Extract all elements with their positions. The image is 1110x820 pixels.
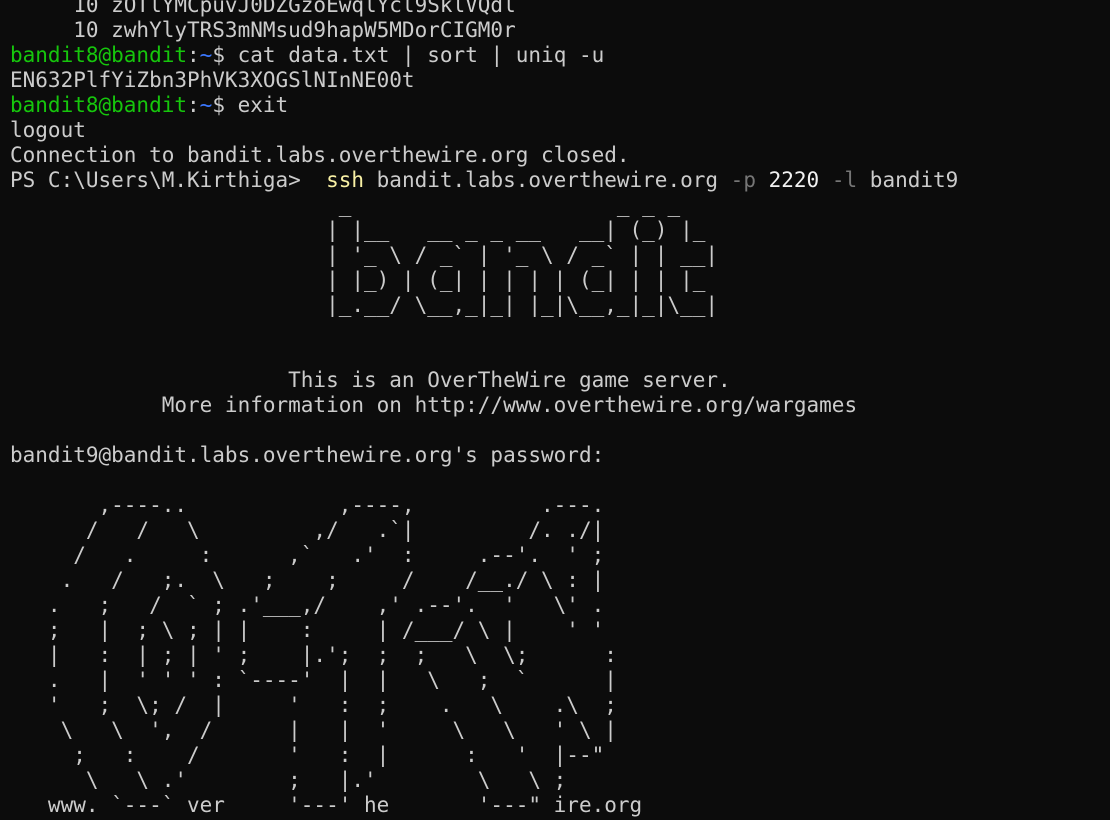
terminal-line: | '_ \ / _` | '_ \ / _` | | __| [10, 243, 719, 267]
terminal-line: www. `---` ver '---' he '---" ire.org [10, 793, 643, 817]
terminal-line: More information on http://www.overthewi… [10, 393, 858, 417]
terminal-line: ; | ; \ ; | | : | /___/ \ | ' ' [10, 618, 605, 642]
powershell-prompt: PS C:\Users\M.Kirthiga> [10, 168, 327, 192]
terminal-line: ' ; \; / | ' : ; . \ .\ ; [10, 693, 617, 717]
terminal-line: | |__ __ _ _ __ __| (_) |_ [10, 218, 719, 242]
command-flag: -l [831, 168, 858, 192]
command-text: cat data.txt | sort | uniq -u [237, 43, 605, 67]
terminal-line: 10 zwhYlyTRS3mNMsud9hapW5MDorCIGM0r [10, 18, 516, 42]
terminal-line: ; : / ' : | : ' |--" [10, 743, 605, 767]
terminal-line: 10 zOTlYMCpuvJ0DZGzoEwqlYcl9SklVQdl [10, 0, 516, 17]
terminal-line: bandit8@bandit:~$ cat data.txt | sort | … [10, 43, 1110, 68]
terminal-line: bandit8@bandit:~$ exit [10, 93, 1110, 118]
terminal-line: . ; / ` ; .'___,/ ,' .--'. ' \' . [10, 593, 605, 617]
terminal-line: / . : ,` .' : .--'. ' ; [10, 543, 605, 567]
terminal-line: bandit9@bandit.labs.overthewire.org's pa… [10, 443, 605, 467]
port-number: 2220 [768, 168, 820, 192]
ssh-command: ssh [326, 168, 365, 192]
prompt-path: ~ [199, 93, 213, 117]
terminal-line: | : | ; | ' ; |.'; ; ; \ \; : [10, 643, 617, 667]
terminal-line: ,----.. ,----, .---. [10, 493, 605, 517]
prompt-user-host: bandit8@bandit [10, 43, 188, 67]
terminal-line: / / \ ,/ .`| /. ./| [10, 518, 605, 542]
command-argument [756, 168, 769, 192]
prompt-symbol: $ [212, 43, 238, 67]
command-argument: bandit.labs.overthewire.org [364, 168, 731, 192]
command-argument [819, 168, 832, 192]
prompt-user-host: bandit8@bandit [10, 93, 188, 117]
terminal-output: 10 zOTlYMCpuvJ0DZGzoEwqlYcl9SklVQdl 10 z… [10, 0, 1110, 818]
command-argument: bandit9 [857, 168, 959, 192]
prompt-symbol: $ [212, 93, 238, 117]
terminal-line: . / ;. \ ; ; / /__./ \ : | [10, 568, 605, 592]
terminal-line: PS C:\Users\M.Kirthiga> ssh bandit.labs.… [10, 168, 1110, 193]
terminal-line: . | ' ' ' : `----' | | \ ; ` | [10, 668, 617, 692]
terminal-line: This is an OverTheWire game server. [10, 368, 731, 392]
terminal-line: | |_) | (_| | | | | (_| | | |_ [10, 268, 719, 292]
terminal-line: EN632PlfYiZbn3PhVK3XOGSlNInNE00t [10, 68, 415, 92]
terminal-line: \ \ .' ; |.' \ \ ; [10, 768, 567, 792]
command-flag: -p [730, 168, 756, 192]
terminal-window[interactable]: 10 zOTlYMCpuvJ0DZGzoEwqlYcl9SklVQdl 10 z… [0, 0, 1110, 820]
prompt-path: ~ [199, 43, 213, 67]
terminal-line: |_.__/ \__,_|_| |_|\__,_|_|\__| [10, 293, 719, 317]
prompt-separator: : [187, 43, 200, 67]
command-text: exit [237, 93, 289, 117]
prompt-separator: : [187, 93, 200, 117]
terminal-line: _ _ _ _ [10, 193, 719, 217]
terminal-line: \ \ ', / | | ' \ \ ' \ | [10, 718, 617, 742]
terminal-line: logout [10, 118, 86, 142]
terminal-line: Connection to bandit.labs.overthewire.or… [10, 143, 630, 167]
